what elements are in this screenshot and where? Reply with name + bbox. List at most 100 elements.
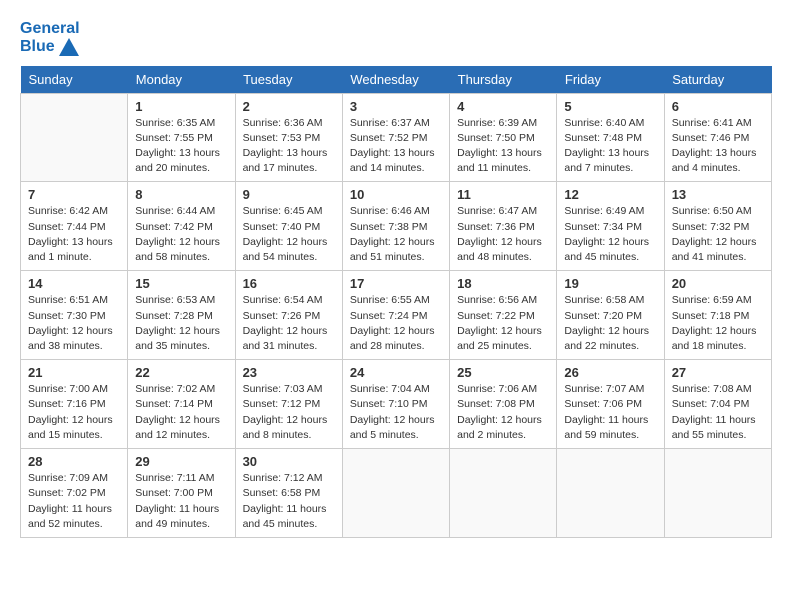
calendar-cell: 26 Sunrise: 7:07 AM Sunset: 7:06 PM Dayl… (557, 360, 664, 449)
calendar-cell: 30 Sunrise: 7:12 AM Sunset: 6:58 PM Dayl… (235, 449, 342, 538)
day-number: 3 (350, 99, 442, 114)
day-info: Sunrise: 6:46 AM Sunset: 7:38 PM Dayligh… (350, 204, 442, 265)
calendar-cell: 12 Sunrise: 6:49 AM Sunset: 7:34 PM Dayl… (557, 182, 664, 271)
day-number: 4 (457, 99, 549, 114)
day-info: Sunrise: 6:59 AM Sunset: 7:18 PM Dayligh… (672, 293, 764, 354)
calendar-cell: 11 Sunrise: 6:47 AM Sunset: 7:36 PM Dayl… (450, 182, 557, 271)
calendar-cell: 17 Sunrise: 6:55 AM Sunset: 7:24 PM Dayl… (342, 271, 449, 360)
day-number: 20 (672, 276, 764, 291)
day-info: Sunrise: 7:06 AM Sunset: 7:08 PM Dayligh… (457, 382, 549, 443)
calendar-cell: 23 Sunrise: 7:03 AM Sunset: 7:12 PM Dayl… (235, 360, 342, 449)
day-number: 13 (672, 187, 764, 202)
day-info: Sunrise: 6:45 AM Sunset: 7:40 PM Dayligh… (243, 204, 335, 265)
day-info: Sunrise: 7:09 AM Sunset: 7:02 PM Dayligh… (28, 471, 120, 532)
weekday-header: Friday (557, 66, 664, 94)
calendar-cell: 6 Sunrise: 6:41 AM Sunset: 7:46 PM Dayli… (664, 93, 771, 182)
weekday-header: Monday (128, 66, 235, 94)
day-number: 24 (350, 365, 442, 380)
logo: General Blue (20, 20, 80, 56)
day-number: 7 (28, 187, 120, 202)
day-number: 5 (564, 99, 656, 114)
day-number: 29 (135, 454, 227, 469)
day-info: Sunrise: 7:07 AM Sunset: 7:06 PM Dayligh… (564, 382, 656, 443)
calendar-cell: 25 Sunrise: 7:06 AM Sunset: 7:08 PM Dayl… (450, 360, 557, 449)
day-number: 19 (564, 276, 656, 291)
calendar-cell: 20 Sunrise: 6:59 AM Sunset: 7:18 PM Dayl… (664, 271, 771, 360)
day-number: 17 (350, 276, 442, 291)
day-info: Sunrise: 6:51 AM Sunset: 7:30 PM Dayligh… (28, 293, 120, 354)
calendar-table: SundayMondayTuesdayWednesdayThursdayFrid… (20, 66, 772, 538)
day-info: Sunrise: 7:03 AM Sunset: 7:12 PM Dayligh… (243, 382, 335, 443)
calendar-cell (21, 93, 128, 182)
calendar-cell: 28 Sunrise: 7:09 AM Sunset: 7:02 PM Dayl… (21, 449, 128, 538)
day-number: 28 (28, 454, 120, 469)
day-number: 30 (243, 454, 335, 469)
weekday-header-row: SundayMondayTuesdayWednesdayThursdayFrid… (21, 66, 772, 94)
logo-line2: Blue (20, 38, 80, 56)
day-info: Sunrise: 7:02 AM Sunset: 7:14 PM Dayligh… (135, 382, 227, 443)
calendar-cell: 27 Sunrise: 7:08 AM Sunset: 7:04 PM Dayl… (664, 360, 771, 449)
calendar-week-row: 28 Sunrise: 7:09 AM Sunset: 7:02 PM Dayl… (21, 449, 772, 538)
calendar-cell: 10 Sunrise: 6:46 AM Sunset: 7:38 PM Dayl… (342, 182, 449, 271)
calendar-cell: 4 Sunrise: 6:39 AM Sunset: 7:50 PM Dayli… (450, 93, 557, 182)
day-number: 14 (28, 276, 120, 291)
day-number: 1 (135, 99, 227, 114)
calendar-cell: 16 Sunrise: 6:54 AM Sunset: 7:26 PM Dayl… (235, 271, 342, 360)
weekday-header: Sunday (21, 66, 128, 94)
day-info: Sunrise: 7:00 AM Sunset: 7:16 PM Dayligh… (28, 382, 120, 443)
calendar-cell (664, 449, 771, 538)
calendar-cell (450, 449, 557, 538)
header: General Blue (20, 20, 772, 56)
day-number: 23 (243, 365, 335, 380)
calendar-cell: 22 Sunrise: 7:02 AM Sunset: 7:14 PM Dayl… (128, 360, 235, 449)
day-info: Sunrise: 6:44 AM Sunset: 7:42 PM Dayligh… (135, 204, 227, 265)
calendar-cell: 29 Sunrise: 7:11 AM Sunset: 7:00 PM Dayl… (128, 449, 235, 538)
day-number: 6 (672, 99, 764, 114)
calendar-cell: 13 Sunrise: 6:50 AM Sunset: 7:32 PM Dayl… (664, 182, 771, 271)
weekday-header: Tuesday (235, 66, 342, 94)
day-info: Sunrise: 6:55 AM Sunset: 7:24 PM Dayligh… (350, 293, 442, 354)
day-info: Sunrise: 6:36 AM Sunset: 7:53 PM Dayligh… (243, 116, 335, 177)
day-info: Sunrise: 6:40 AM Sunset: 7:48 PM Dayligh… (564, 116, 656, 177)
day-number: 10 (350, 187, 442, 202)
day-number: 21 (28, 365, 120, 380)
calendar-cell: 19 Sunrise: 6:58 AM Sunset: 7:20 PM Dayl… (557, 271, 664, 360)
day-info: Sunrise: 6:42 AM Sunset: 7:44 PM Dayligh… (28, 204, 120, 265)
calendar-cell (557, 449, 664, 538)
day-number: 15 (135, 276, 227, 291)
day-info: Sunrise: 6:35 AM Sunset: 7:55 PM Dayligh… (135, 116, 227, 177)
day-number: 27 (672, 365, 764, 380)
day-number: 25 (457, 365, 549, 380)
day-info: Sunrise: 6:39 AM Sunset: 7:50 PM Dayligh… (457, 116, 549, 177)
day-info: Sunrise: 6:58 AM Sunset: 7:20 PM Dayligh… (564, 293, 656, 354)
calendar-cell: 7 Sunrise: 6:42 AM Sunset: 7:44 PM Dayli… (21, 182, 128, 271)
logo-line1: General (20, 20, 80, 38)
calendar-cell: 14 Sunrise: 6:51 AM Sunset: 7:30 PM Dayl… (21, 271, 128, 360)
calendar-cell: 8 Sunrise: 6:44 AM Sunset: 7:42 PM Dayli… (128, 182, 235, 271)
calendar-cell: 3 Sunrise: 6:37 AM Sunset: 7:52 PM Dayli… (342, 93, 449, 182)
day-info: Sunrise: 6:47 AM Sunset: 7:36 PM Dayligh… (457, 204, 549, 265)
weekday-header: Wednesday (342, 66, 449, 94)
day-info: Sunrise: 6:53 AM Sunset: 7:28 PM Dayligh… (135, 293, 227, 354)
day-number: 2 (243, 99, 335, 114)
day-info: Sunrise: 7:08 AM Sunset: 7:04 PM Dayligh… (672, 382, 764, 443)
day-number: 22 (135, 365, 227, 380)
day-info: Sunrise: 6:56 AM Sunset: 7:22 PM Dayligh… (457, 293, 549, 354)
day-number: 16 (243, 276, 335, 291)
day-info: Sunrise: 7:04 AM Sunset: 7:10 PM Dayligh… (350, 382, 442, 443)
calendar-cell: 1 Sunrise: 6:35 AM Sunset: 7:55 PM Dayli… (128, 93, 235, 182)
day-info: Sunrise: 7:12 AM Sunset: 6:58 PM Dayligh… (243, 471, 335, 532)
weekday-header: Saturday (664, 66, 771, 94)
day-number: 12 (564, 187, 656, 202)
day-number: 18 (457, 276, 549, 291)
calendar-cell (342, 449, 449, 538)
weekday-header: Thursday (450, 66, 557, 94)
day-info: Sunrise: 6:37 AM Sunset: 7:52 PM Dayligh… (350, 116, 442, 177)
calendar-cell: 2 Sunrise: 6:36 AM Sunset: 7:53 PM Dayli… (235, 93, 342, 182)
calendar-week-row: 7 Sunrise: 6:42 AM Sunset: 7:44 PM Dayli… (21, 182, 772, 271)
day-number: 9 (243, 187, 335, 202)
calendar-cell: 24 Sunrise: 7:04 AM Sunset: 7:10 PM Dayl… (342, 360, 449, 449)
day-number: 26 (564, 365, 656, 380)
calendar-cell: 18 Sunrise: 6:56 AM Sunset: 7:22 PM Dayl… (450, 271, 557, 360)
calendar-cell: 21 Sunrise: 7:00 AM Sunset: 7:16 PM Dayl… (21, 360, 128, 449)
